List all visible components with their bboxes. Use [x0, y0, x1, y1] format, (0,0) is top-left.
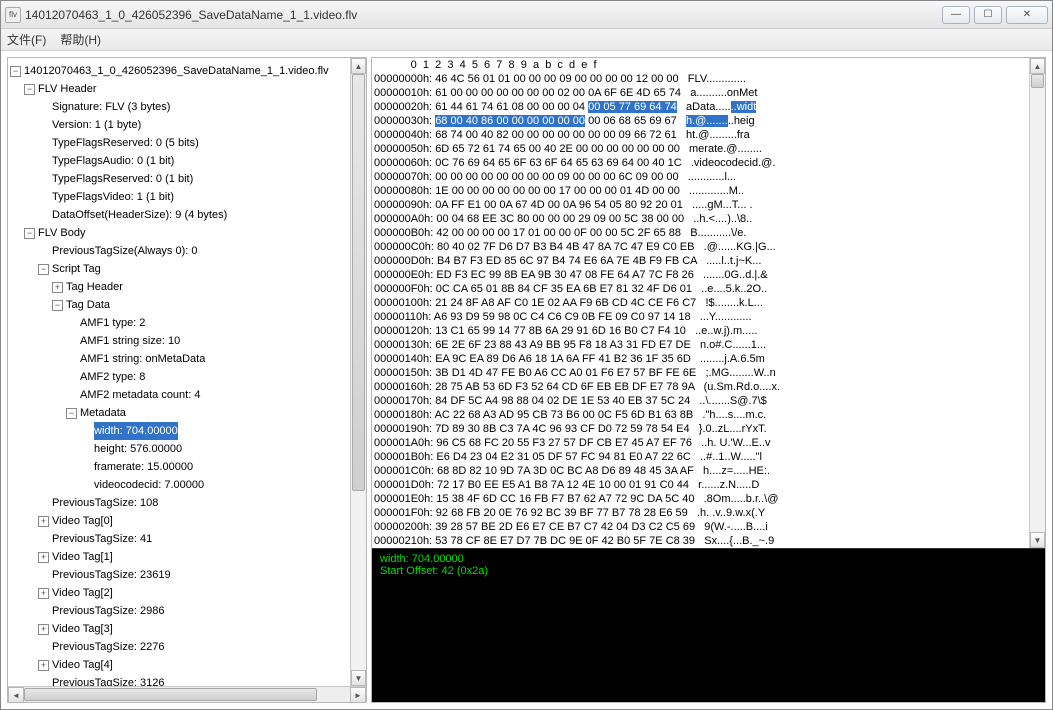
close-button[interactable]: ✕ [1006, 6, 1048, 24]
tree-hscroll-thumb[interactable] [24, 688, 317, 701]
tree-tag-data-item[interactable]: AMF1 type: 2 [10, 314, 348, 332]
info-width: width: 704.00000 [380, 553, 1037, 565]
tree-metadata[interactable]: −Metadata [10, 404, 348, 422]
tree-prev-tag-size[interactable]: PreviousTagSize: 2986 [10, 602, 348, 620]
tree-tag-data-item[interactable]: AMF2 type: 8 [10, 368, 348, 386]
tree-flv-header-item[interactable]: DataOffset(HeaderSize): 9 (4 bytes) [10, 206, 348, 224]
tree-prev-tag-size[interactable]: PreviousTagSize: 23619 [10, 566, 348, 584]
tree-scroll-down[interactable]: ▼ [351, 670, 366, 686]
expander-icon[interactable]: + [38, 588, 49, 599]
tree-tag-data-item[interactable]: AMF1 string: onMetaData [10, 350, 348, 368]
tree-tag-header[interactable]: +Tag Header [10, 278, 348, 296]
window-title: 14012070463_1_0_426052396_SaveDataName_1… [25, 8, 942, 22]
tree-prev-tag-size[interactable]: PreviousTagSize: 41 [10, 530, 348, 548]
tree-prev-tag-size[interactable]: PreviousTagSize: 2276 [10, 638, 348, 656]
tree-hscroll-right[interactable]: ► [350, 687, 366, 703]
expander-icon[interactable]: + [38, 624, 49, 635]
tree-flv-header-item[interactable]: TypeFlagsVideo: 1 (1 bit) [10, 188, 348, 206]
tree-video-tag[interactable]: +Video Tag[4] [10, 656, 348, 674]
hex-scroll-up[interactable]: ▲ [1030, 58, 1045, 74]
tree-script-tag[interactable]: −Script Tag [10, 260, 348, 278]
expander-icon[interactable]: + [38, 516, 49, 527]
expander-icon[interactable]: − [52, 300, 63, 311]
tree-flv-header[interactable]: −FLV Header [10, 80, 348, 98]
tree-video-tag[interactable]: +Video Tag[1] [10, 548, 348, 566]
structure-tree[interactable]: −14012070463_1_0_426052396_SaveDataName_… [8, 58, 350, 686]
tree-prev-tag-size[interactable]: PreviousTagSize: 3126 [10, 674, 348, 686]
info-panel: width: 704.00000 Start Offset: 42 (0x2a) [372, 548, 1045, 702]
minimize-button[interactable]: — [942, 6, 970, 24]
expander-icon[interactable]: − [66, 408, 77, 419]
tree-tag-data[interactable]: −Tag Data [10, 296, 348, 314]
expander-icon[interactable]: − [38, 264, 49, 275]
menu-help[interactable]: 帮助(H) [60, 31, 101, 48]
expander-icon[interactable]: − [24, 228, 35, 239]
tree-video-tag[interactable]: +Video Tag[3] [10, 620, 348, 638]
tree-flv-header-item[interactable]: Version: 1 (1 byte) [10, 116, 348, 134]
maximize-button[interactable]: ☐ [974, 6, 1002, 24]
tree-flv-header-item[interactable]: TypeFlagsAudio: 0 (1 bit) [10, 152, 348, 170]
expander-icon[interactable]: + [38, 552, 49, 563]
tree-root[interactable]: −14012070463_1_0_426052396_SaveDataName_… [10, 62, 348, 80]
expander-icon[interactable]: + [38, 660, 49, 671]
tree-scroll-thumb[interactable] [352, 74, 365, 491]
tree-flv-header-item[interactable]: TypeFlagsReserved: 0 (5 bits) [10, 134, 348, 152]
tree-prev-tag-size[interactable]: PreviousTagSize: 108 [10, 494, 348, 512]
tree-prev-tag-size-0[interactable]: PreviousTagSize(Always 0): 0 [10, 242, 348, 260]
tree-metadata-item[interactable]: width: 704.00000 [10, 422, 348, 440]
menu-file[interactable]: 文件(F) [7, 31, 46, 48]
tree-hscroll-left[interactable]: ◄ [8, 687, 24, 703]
hex-scroll-down[interactable]: ▼ [1030, 532, 1045, 548]
tree-metadata-item[interactable]: framerate: 15.00000 [10, 458, 348, 476]
tree-scroll-track[interactable] [351, 74, 366, 670]
hex-scroll-track[interactable] [1030, 74, 1045, 532]
expander-icon[interactable]: − [10, 66, 21, 77]
tree-tag-data-item[interactable]: AMF1 string size: 10 [10, 332, 348, 350]
tree-tag-data-item[interactable]: AMF2 metadata count: 4 [10, 386, 348, 404]
expander-icon[interactable]: + [52, 282, 63, 293]
tree-flv-body[interactable]: −FLV Body [10, 224, 348, 242]
tree-video-tag[interactable]: +Video Tag[0] [10, 512, 348, 530]
tree-flv-header-item[interactable]: Signature: FLV (3 bytes) [10, 98, 348, 116]
info-offset: Start Offset: 42 (0x2a) [380, 565, 1037, 577]
hex-scroll-thumb[interactable] [1031, 74, 1044, 88]
tree-video-tag[interactable]: +Video Tag[2] [10, 584, 348, 602]
expander-icon[interactable]: − [24, 84, 35, 95]
tree-metadata-item[interactable]: videocodecid: 7.00000 [10, 476, 348, 494]
app-icon: flv [5, 7, 21, 23]
tree-hscroll-track[interactable] [24, 687, 350, 702]
tree-flv-header-item[interactable]: TypeFlagsReserved: 0 (1 bit) [10, 170, 348, 188]
hex-view[interactable]: 0 1 2 3 4 5 6 7 8 9 a b c d e f 00000000… [372, 58, 1029, 548]
tree-scroll-up[interactable]: ▲ [351, 58, 366, 74]
tree-metadata-item[interactable]: height: 576.00000 [10, 440, 348, 458]
